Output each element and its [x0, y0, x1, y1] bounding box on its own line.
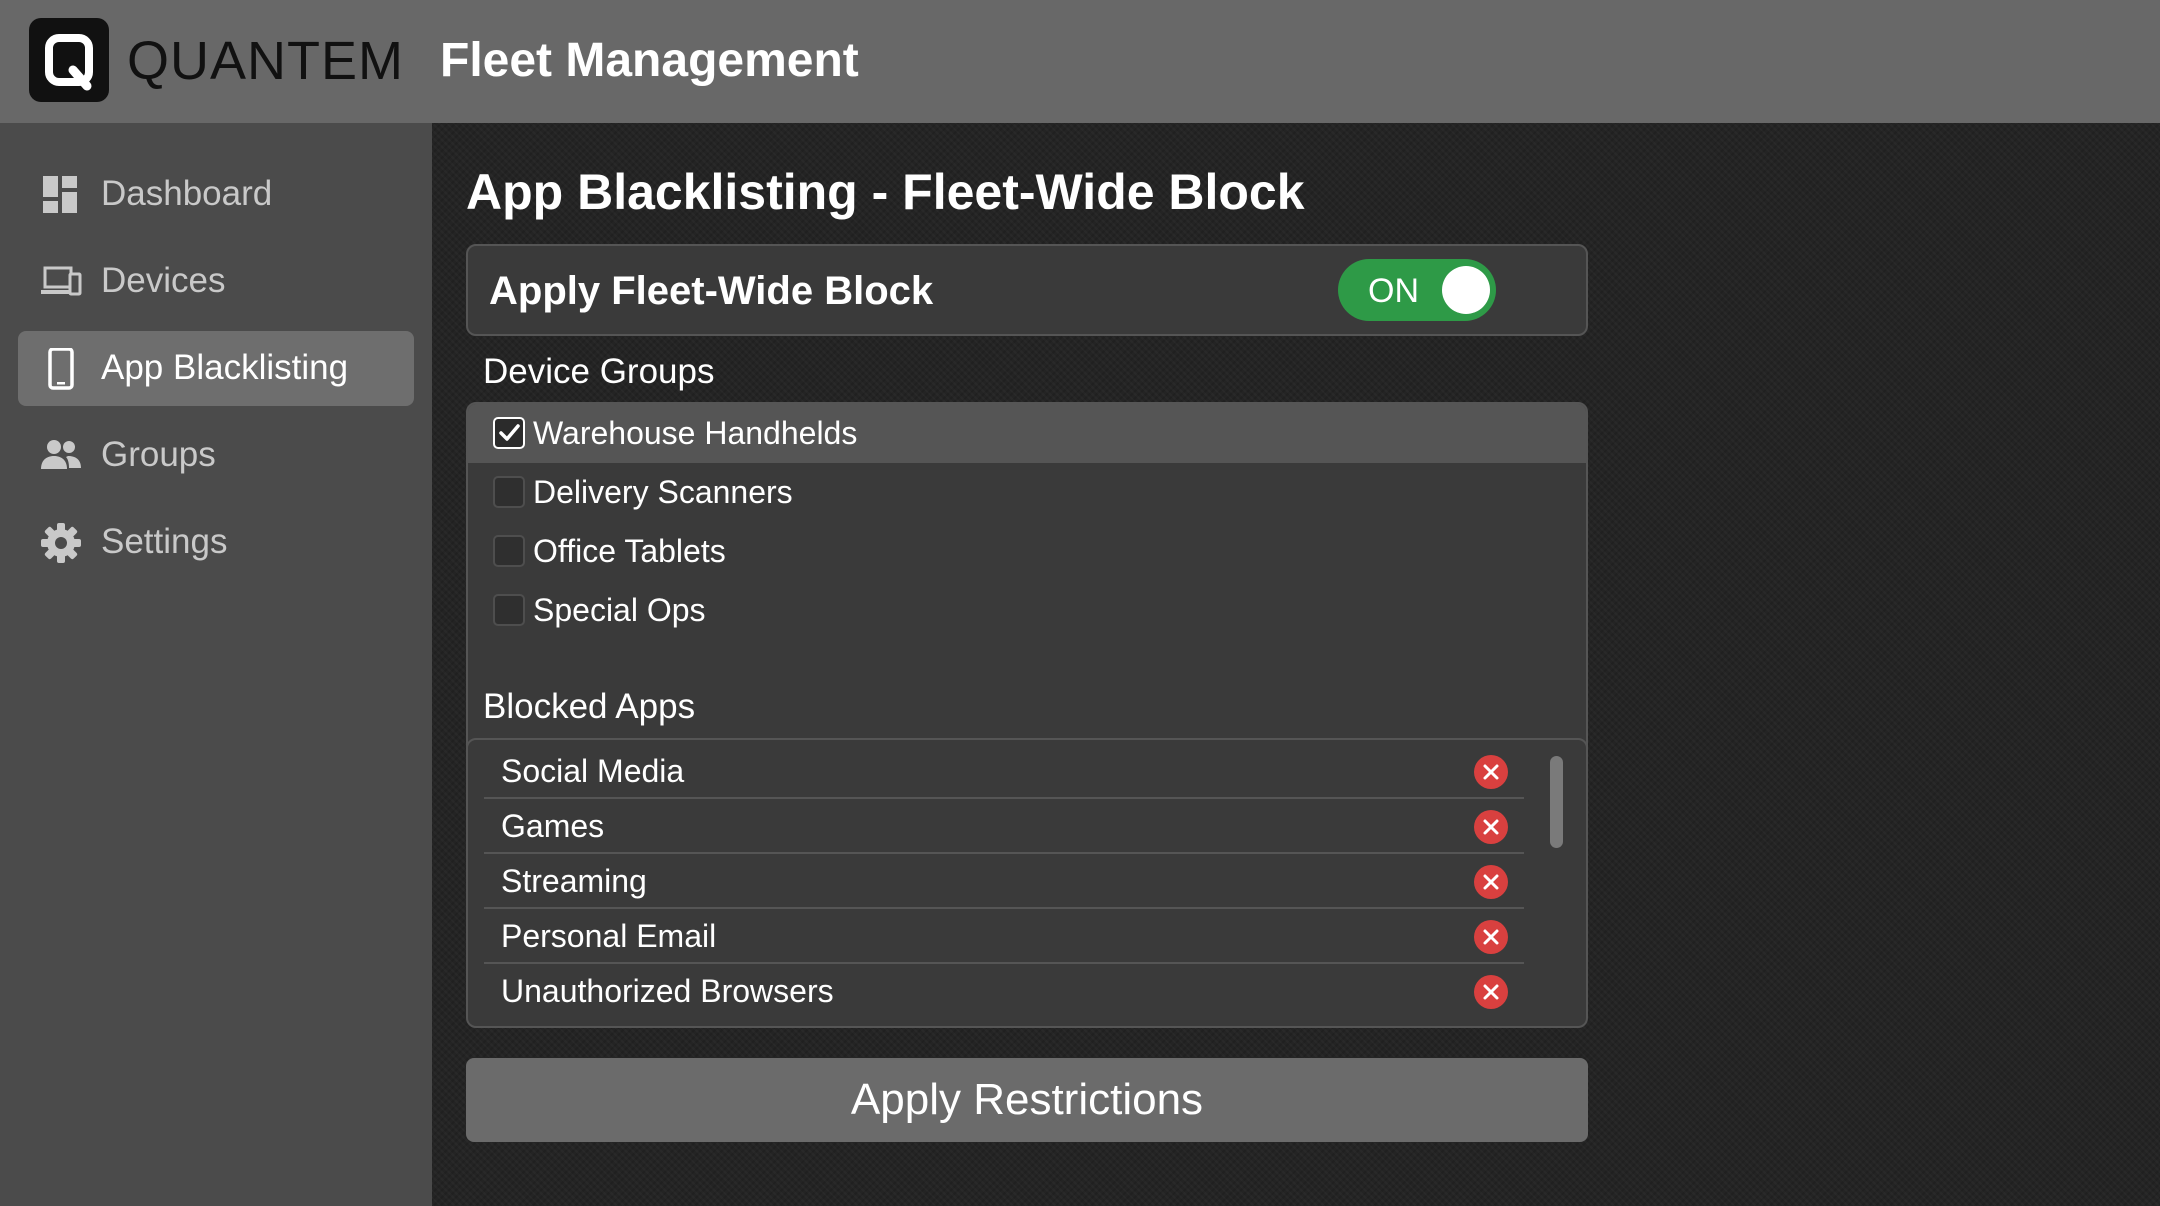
apply-restrictions-button[interactable]: Apply Restrictions [466, 1058, 1588, 1142]
toggle-state-label: ON [1368, 272, 1419, 310]
checkmark-icon [499, 424, 520, 441]
remove-icon[interactable] [1474, 755, 1508, 789]
blocked-app-label: Personal Email [501, 918, 717, 954]
checkbox-unchecked[interactable] [493, 476, 525, 508]
blocked-app-social-media: Social Media [484, 744, 1524, 799]
device-group-office-tablets[interactable]: Office Tablets [468, 522, 1586, 581]
checkbox-unchecked[interactable] [493, 594, 525, 626]
top-bar: QUANTEM Fleet Management [0, 0, 2160, 123]
checkbox-checked[interactable] [493, 417, 525, 449]
checkbox-unchecked[interactable] [493, 535, 525, 567]
blocked-app-personal-email: Personal Email [484, 909, 1524, 964]
blocked-app-label: Unauthorized Browsers [501, 973, 834, 1009]
quantem-logo-icon [29, 18, 109, 102]
blocked-apps-list: Social Media Games Streaming Personal Em… [466, 738, 1588, 1028]
sidebar-item-label: Dashboard [101, 174, 273, 213]
device-group-label: Delivery Scanners [533, 474, 793, 510]
fleet-block-toggle[interactable]: ON [1338, 259, 1496, 321]
sidebar-item-dashboard[interactable]: Dashboard [18, 157, 414, 232]
sidebar-item-label: Settings [101, 522, 228, 561]
dashboard-icon [40, 174, 82, 216]
device-group-warehouse-handhelds[interactable]: Warehouse Handhelds [468, 404, 1586, 463]
main-content: App Blacklisting - Fleet-Wide Block Appl… [432, 123, 2160, 1206]
toggle-knob [1442, 266, 1490, 314]
sidebar: Dashboard Devices App Blacklisting Group… [0, 123, 432, 1206]
blocked-apps-heading: Blocked Apps [483, 687, 696, 726]
sidebar-item-groups[interactable]: Groups [18, 418, 414, 493]
device-group-special-ops[interactable]: Special Ops [468, 581, 1586, 640]
sidebar-item-label: Devices [101, 261, 226, 300]
device-group-delivery-scanners[interactable]: Delivery Scanners [468, 463, 1586, 522]
fleet-block-label: Apply Fleet-Wide Block [489, 269, 934, 313]
sidebar-item-devices[interactable]: Devices [18, 244, 414, 319]
blocked-app-label: Streaming [501, 863, 647, 899]
device-group-label: Warehouse Handhelds [533, 415, 858, 451]
people-icon [40, 435, 82, 477]
remove-icon[interactable] [1474, 865, 1508, 899]
remove-icon[interactable] [1474, 920, 1508, 954]
device-groups-heading: Device Groups [483, 352, 715, 391]
smartphone-icon [40, 347, 82, 390]
device-groups-list: Warehouse Handhelds Delivery Scanners Of… [466, 402, 1588, 787]
app-title: Fleet Management [440, 34, 859, 87]
sidebar-item-label: App Blacklisting [101, 348, 349, 387]
remove-icon[interactable] [1474, 810, 1508, 844]
devices-icon [40, 261, 82, 303]
blocked-app-label: Games [501, 808, 605, 844]
blocked-app-streaming: Streaming [484, 854, 1524, 909]
device-group-label: Office Tablets [533, 533, 726, 569]
sidebar-item-settings[interactable]: Settings [18, 505, 414, 580]
page-title: App Blacklisting - Fleet-Wide Block [466, 164, 1305, 220]
blocked-app-unauthorized-browsers: Unauthorized Browsers [484, 964, 1524, 1019]
gear-icon [40, 522, 82, 564]
blocked-apps-scrollbar[interactable] [1550, 756, 1563, 848]
sidebar-item-label: Groups [101, 435, 216, 474]
sidebar-item-app-blacklisting[interactable]: App Blacklisting [18, 331, 414, 406]
remove-icon[interactable] [1474, 975, 1508, 1009]
brand-name: QUANTEM [127, 31, 404, 91]
blocked-app-label: Social Media [501, 753, 685, 789]
device-group-label: Special Ops [533, 592, 706, 628]
blocked-app-games: Games [484, 799, 1524, 854]
